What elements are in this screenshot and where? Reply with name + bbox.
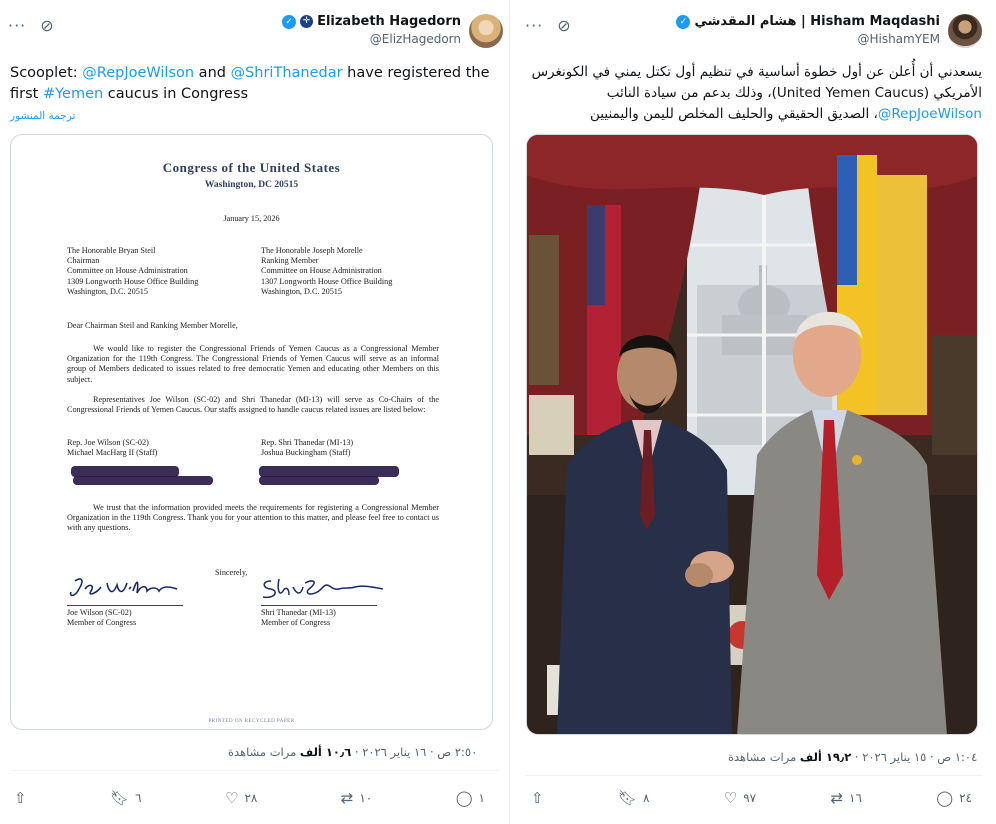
user-handle[interactable]: @ElizHagedorn bbox=[282, 32, 461, 46]
like-button[interactable]: ٩٧ ♡ bbox=[724, 789, 756, 807]
bookmark-button[interactable]: ٨ 🔖︎ bbox=[618, 789, 650, 807]
bookmark-icon: 🔖︎ bbox=[110, 789, 130, 807]
grok-icon[interactable]: ⊘ bbox=[557, 16, 570, 35]
reply-button[interactable]: ٢٤ ◯ bbox=[936, 789, 972, 807]
user-handle[interactable]: @HishamYEM bbox=[676, 32, 940, 46]
grok-icon[interactable]: ⊘ bbox=[40, 16, 53, 35]
display-name[interactable]: Elizabeth Hagedorn bbox=[317, 14, 461, 29]
letter-date: January 15, 2026 bbox=[223, 214, 280, 223]
timestamp[interactable]: ٢:٥٠ ص · ١٦ يناير ٢٠٢٦ · bbox=[351, 745, 477, 759]
address-block: The Honorable Bryan Steil Chairman Committ… bbox=[67, 246, 199, 296]
avatar[interactable] bbox=[469, 14, 503, 48]
repost-button[interactable]: ١٦ ⇄ bbox=[830, 789, 861, 807]
avatar[interactable] bbox=[948, 14, 982, 48]
photo-illustration bbox=[527, 135, 977, 734]
verified-icon: ✓ bbox=[282, 14, 297, 29]
bookmark-button[interactable]: ٦ 🔖︎ bbox=[110, 789, 142, 807]
tweet-right: ··· ⊘ ✓ هشام المقدشي | Hisham Maqdashi @… bbox=[511, 0, 996, 824]
action-bar: ⇧ ٦ 🔖︎ ٢٨ ♡ ١٠ ⇄ ١ ◯ bbox=[14, 788, 485, 808]
share-icon: ⇧ bbox=[531, 789, 544, 807]
mention-link[interactable]: @RepJoeWilson bbox=[82, 65, 194, 81]
verified-icon: ✓ bbox=[676, 14, 691, 29]
timestamp[interactable]: ١:٠٤ ص · ١٥ يناير ٢٠٢٦ · bbox=[851, 750, 977, 764]
redaction-mark bbox=[259, 476, 379, 485]
tweet-meta: ٢:٥٠ ص · ١٦ يناير ٢٠٢٦ · ١٠٫٦ ألف مرات م… bbox=[228, 745, 478, 759]
signatory-block: Joe Wilson (SC-02) Member of Congress bbox=[67, 608, 137, 628]
staff-block: Rep. Shri Thanedar (MI-13) Joshua Bucking… bbox=[261, 438, 354, 458]
signature-wilson bbox=[69, 578, 178, 597]
signature-thanedar bbox=[262, 578, 384, 599]
view-count: ١٩٫٢ ألف bbox=[799, 750, 852, 764]
share-button[interactable]: ⇧ bbox=[14, 789, 27, 807]
tweet-text: Scooplet: @RepJoeWilson and @ShriThaneda… bbox=[10, 65, 490, 102]
tweet-header: ··· ⊘ ✓ هشام المقدشي | Hisham Maqdashi @… bbox=[525, 12, 982, 52]
share-button[interactable]: ⇧ bbox=[531, 789, 544, 807]
mention-link[interactable]: @ShriThanedar bbox=[231, 65, 343, 81]
signatory-block: Shri Thanedar (MI-13) Member of Congress bbox=[261, 608, 336, 628]
letter-paragraph: Representatives Joe Wilson (SC-02) and S… bbox=[67, 395, 439, 415]
mention-link[interactable]: @RepJoeWilson bbox=[878, 106, 982, 122]
share-icon: ⇧ bbox=[14, 789, 27, 807]
reply-button[interactable]: ١ ◯ bbox=[456, 789, 485, 807]
view-count: ١٠٫٦ ألف bbox=[299, 745, 352, 759]
letter-paragraph: We trust that the information provided m… bbox=[67, 503, 439, 533]
letter-footer: PRINTED ON RECYCLED PAPER bbox=[208, 719, 295, 724]
like-button[interactable]: ٢٨ ♡ bbox=[225, 789, 257, 807]
tweet-text: يسعدني أن أُعلن عن أول خطوة أساسية في تن… bbox=[531, 64, 982, 122]
display-name[interactable]: هشام المقدشي | Hisham Maqdashi bbox=[694, 14, 940, 29]
repost-icon: ⇄ bbox=[830, 789, 844, 807]
staff-block: Rep. Joe Wilson (SC-02) Michael MacHarg I… bbox=[67, 438, 158, 458]
heart-icon: ♡ bbox=[224, 789, 239, 807]
letterhead-title: Congress of the United States bbox=[162, 160, 341, 175]
more-icon[interactable]: ··· bbox=[8, 16, 26, 35]
letterhead-city: Washington, DC 20515 bbox=[204, 180, 299, 190]
letter-image[interactable]: Congress of the United States Washington… bbox=[10, 134, 493, 730]
tweet-left: ··· ⊘ ✓ ✛ Elizabeth Hagedorn @ElizHagedo… bbox=[0, 0, 510, 824]
bookmark-icon: 🔖︎ bbox=[617, 789, 637, 807]
tweet-photo[interactable] bbox=[526, 134, 978, 735]
translate-link[interactable]: ترجمة المنشور bbox=[10, 110, 75, 122]
reply-icon: ◯ bbox=[455, 789, 473, 807]
action-bar: ⇧ ٨ 🔖︎ ٩٧ ♡ ١٦ ⇄ ٢٤ ◯ bbox=[531, 788, 972, 808]
tweet-header: ··· ⊘ ✓ ✛ Elizabeth Hagedorn @ElizHagedo… bbox=[8, 12, 503, 52]
letter-paragraph: We would like to register the Congressio… bbox=[67, 344, 439, 384]
repost-icon: ⇄ bbox=[340, 789, 354, 807]
redaction-mark bbox=[73, 476, 213, 485]
letter-closing: Sincerely, bbox=[215, 568, 248, 577]
repost-button[interactable]: ١٠ ⇄ bbox=[341, 789, 372, 807]
affiliation-icon: ✛ bbox=[300, 15, 314, 28]
heart-icon: ♡ bbox=[723, 789, 738, 807]
tweet-meta: ١:٠٤ ص · ١٥ يناير ٢٠٢٦ · ١٩٫٢ ألف مرات م… bbox=[728, 750, 978, 764]
hashtag-link[interactable]: #Yemen bbox=[43, 86, 103, 102]
letter-greeting: Dear Chairman Steil and Ranking Member M… bbox=[67, 321, 238, 330]
more-icon[interactable]: ··· bbox=[525, 16, 543, 35]
address-block: The Honorable Joseph Morelle Ranking Memb… bbox=[261, 246, 393, 296]
reply-icon: ◯ bbox=[936, 789, 954, 807]
